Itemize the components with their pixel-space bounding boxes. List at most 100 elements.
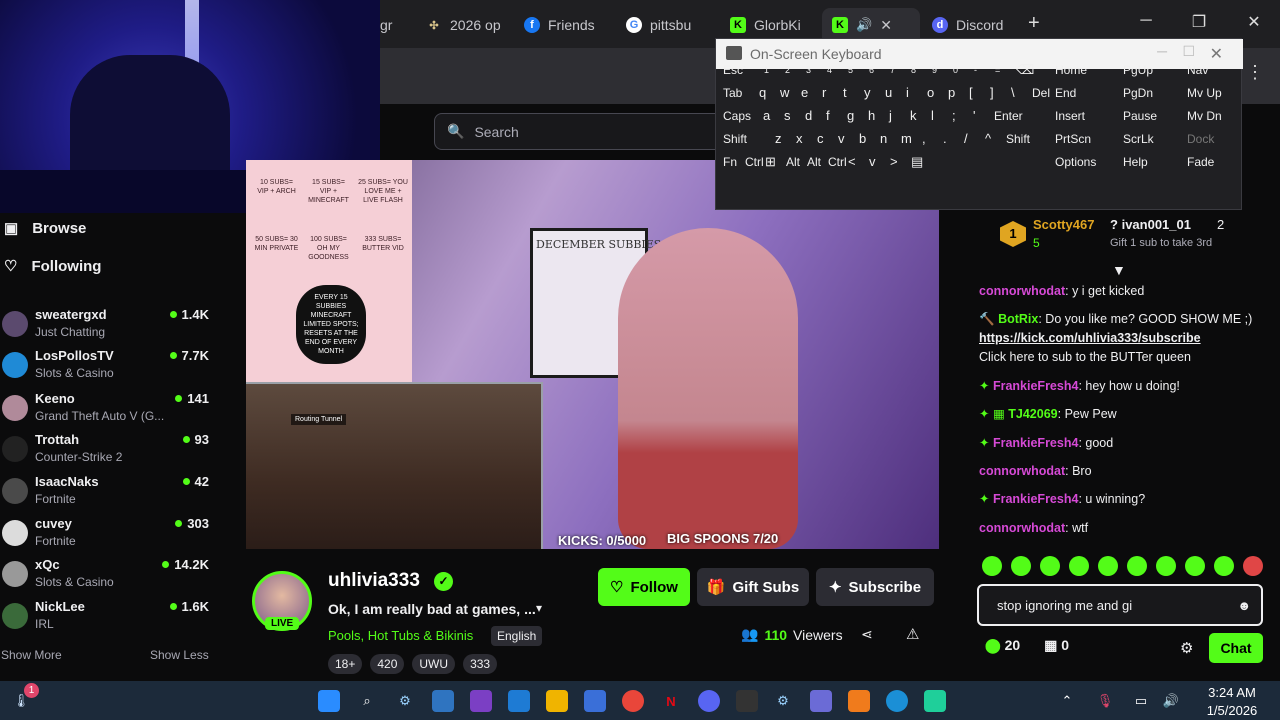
volume-icon[interactable]: 🔊 [1160,690,1182,712]
osk-key[interactable]: Alt [781,151,802,172]
app-icon[interactable] [470,690,492,712]
emote-icon[interactable] [1127,556,1147,576]
sidebar-channel-trottah[interactable]: Trottah Counter-Strike 2 93 [0,430,215,472]
chat-username[interactable]: FrankieFresh4 [993,436,1078,450]
osk-side-key[interactable]: PgDn [1118,82,1180,103]
osk-key[interactable]: t [838,82,859,103]
share-icon[interactable]: ⋖ [861,626,873,643]
osk-key[interactable]: 4 [822,59,843,80]
maximize-button[interactable]: ❐ [1189,12,1209,32]
osk-key[interactable]: c [812,128,833,149]
app-icon[interactable] [508,690,530,712]
search-input[interactable]: 🔍 Search [434,113,734,150]
steam-icon[interactable]: ⚙ [772,690,794,712]
video-player[interactable]: 10 SUBS= VIP + ARCH 15 SUBS= VIP + MINEC… [246,160,939,549]
chrome-icon[interactable] [622,690,644,712]
minimize-button[interactable]: ─ [1136,12,1156,30]
osk-key[interactable]: r [817,82,838,103]
osk-key[interactable]: ' [968,105,989,126]
osk-key[interactable]: n [875,128,896,149]
osk-key[interactable]: h [863,105,884,126]
osk-key[interactable]: 9 [927,59,948,80]
emoji-icon[interactable]: ☻ [1237,598,1251,613]
gift-stat[interactable]: ▦ 0 [1044,637,1069,654]
osk-key[interactable]: d [800,105,821,126]
osk-key[interactable]: s [779,105,800,126]
chat-input[interactable]: stop ignoring me and gi ☻ [977,584,1263,626]
sidebar-channel-keeno[interactable]: Keeno Grand Theft Auto V (G... 141 [0,389,215,431]
chat-username[interactable]: FrankieFresh4 [993,379,1078,393]
osk-key[interactable]: 1 [759,59,780,80]
osk-side-key[interactable]: Nav [1182,59,1244,80]
osk-key[interactable]: Ctrl [740,151,764,172]
browser-tab-6[interactable]: d Discord [922,8,1022,42]
osk-key[interactable]: p [943,82,964,103]
osk-key[interactable]: ` [738,59,759,80]
osk-key[interactable]: x [791,128,812,149]
app-icon[interactable] [736,690,758,712]
osk-key[interactable]: i [901,82,922,103]
collapse-icon[interactable]: ▼ [1112,262,1126,278]
chat-send-button[interactable]: Chat [1209,633,1263,663]
osk-key[interactable]: Ctrl [823,151,847,172]
discord-icon[interactable] [698,690,720,712]
osk-side-key[interactable]: Help [1118,151,1180,172]
browser-tab-2[interactable]: f Friends [514,8,614,42]
osk-side-key[interactable]: Options [1050,151,1112,172]
osk-key[interactable]: . [938,128,959,149]
osk-key[interactable]: Esc [718,59,743,80]
chevron-down-icon[interactable]: ▾ [536,601,542,615]
emote-icon[interactable] [1011,556,1031,576]
osk-maximize-icon[interactable]: ☐ [1182,43,1195,60]
osk-key[interactable]: Shift [718,128,770,149]
close-window-button[interactable]: ✕ [1244,12,1264,32]
osk-key[interactable]: , [917,128,938,149]
browser-menu-icon[interactable]: ⋮ [1246,62,1264,83]
osk-side-key[interactable]: ScrLk [1118,128,1180,149]
app-icon[interactable] [848,690,870,712]
osk-key[interactable]: v [864,151,885,172]
osk-side-key[interactable]: Fade [1182,151,1244,172]
chevron-up-icon[interactable]: ⌃ [1056,690,1078,712]
chat-username[interactable]: connorwhodat [979,284,1065,298]
osk-key[interactable]: ⊞ [760,151,781,172]
chat-username[interactable]: TJ42069 [1008,407,1057,421]
network-icon[interactable]: ▭ [1130,690,1152,712]
osk-key[interactable]: a [758,105,779,126]
search-icon[interactable]: ⌕ [356,690,378,712]
edge-icon[interactable] [886,690,908,712]
osk-key[interactable]: 5 [843,59,864,80]
kicks-stat[interactable]: ⬤ 20 [985,637,1020,654]
sidebar-channel-nicklee[interactable]: NickLee IRL 1.6K [0,597,215,639]
browser-tab-1[interactable]: ✣ 2026 op [416,8,516,42]
osk-key[interactable]: q [754,82,775,103]
browser-tab-5-active[interactable]: K 🔊 ✕ [822,8,920,42]
show-more-link[interactable]: Show More [1,648,62,662]
emote-icon[interactable] [1214,556,1234,576]
taskbar-clock[interactable]: 3:24 AM 1/5/2026 [1192,684,1272,720]
osk-key[interactable]: 6 [864,59,885,80]
microphone-icon[interactable]: 🎙 [1094,690,1116,712]
osk-key[interactable]: ▤ [906,151,927,172]
store-icon[interactable] [584,690,606,712]
nav-following[interactable]: ♡ Following [0,257,101,276]
osk-key[interactable]: ] [985,82,1006,103]
osk-side-key[interactable]: Mv Dn [1182,105,1244,126]
osk-side-key[interactable]: Home [1050,59,1112,80]
osk-side-key[interactable]: End [1050,82,1112,103]
emote-icon[interactable] [1243,556,1263,576]
osk-side-key[interactable]: PrtScn [1050,128,1112,149]
emote-icon[interactable] [1185,556,1205,576]
app-icon[interactable] [810,690,832,712]
report-icon[interactable]: ⚠ [906,625,919,643]
osk-key[interactable]: b [854,128,875,149]
chat-username[interactable]: connorwhodat [979,521,1065,535]
speaker-icon[interactable]: 🔊 [856,17,872,33]
sidebar-channel-cuvey[interactable]: cuvey Fortnite 303 [0,514,215,556]
osk-side-key[interactable]: Dock [1182,128,1244,149]
osk-key[interactable]: Caps [718,105,758,126]
osk-key[interactable]: \ [1006,82,1027,103]
osk-key[interactable]: / [959,128,980,149]
osk-key[interactable]: m [896,128,917,149]
osk-key[interactable]: y [859,82,880,103]
